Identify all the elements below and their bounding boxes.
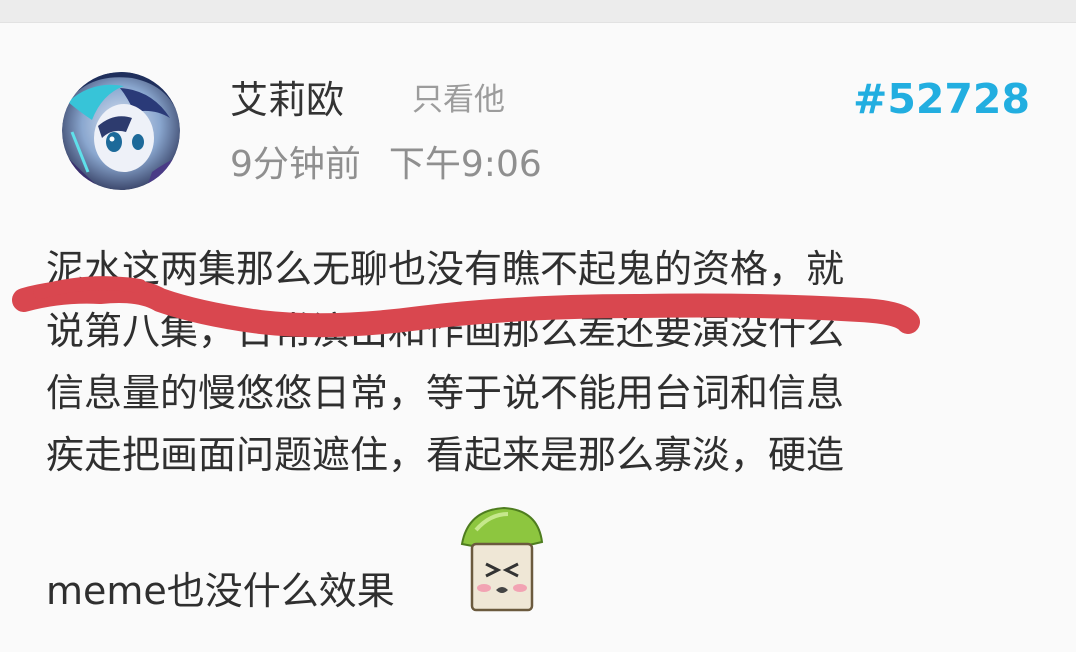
post-line: 说第八集，日常演出和作画那么差还要演没什么 [46,309,845,353]
clock-time: 下午9:06 [388,144,542,185]
relative-time: 9分钟前 [230,144,361,185]
anime-avatar-icon [62,72,180,190]
top-divider-strip [0,0,1076,23]
mushroom-emoticon-icon [458,504,546,616]
post-line: 信息量的慢悠悠日常，等于说不能用台词和信息 [46,371,845,415]
username[interactable]: 艾莉欧 [230,76,344,124]
only-view-author-button[interactable]: 只看他 [412,80,505,120]
floor-number: #52728 [853,75,1030,123]
post-content: 泥水这两集那么无聊也没有瞧不起鬼的资格，就 说第八集，日常演出和作画那么差还要演… [46,238,1036,486]
post-line: 疾走把画面问题遮住，看起来是那么寡淡，硬造 [46,433,845,477]
post-line: 泥水这两集那么无聊也没有瞧不起鬼的资格，就 [46,247,845,291]
user-avatar[interactable] [62,72,180,190]
post-last-line: meme也没什么效果 [46,569,395,613]
post-timestamp: 9分钟前 下午9:06 [230,142,542,188]
post-screen: 艾莉欧 只看他 #52728 9分钟前 下午9:06 泥水这两集那么无聊也没有瞧不… [0,0,1076,652]
